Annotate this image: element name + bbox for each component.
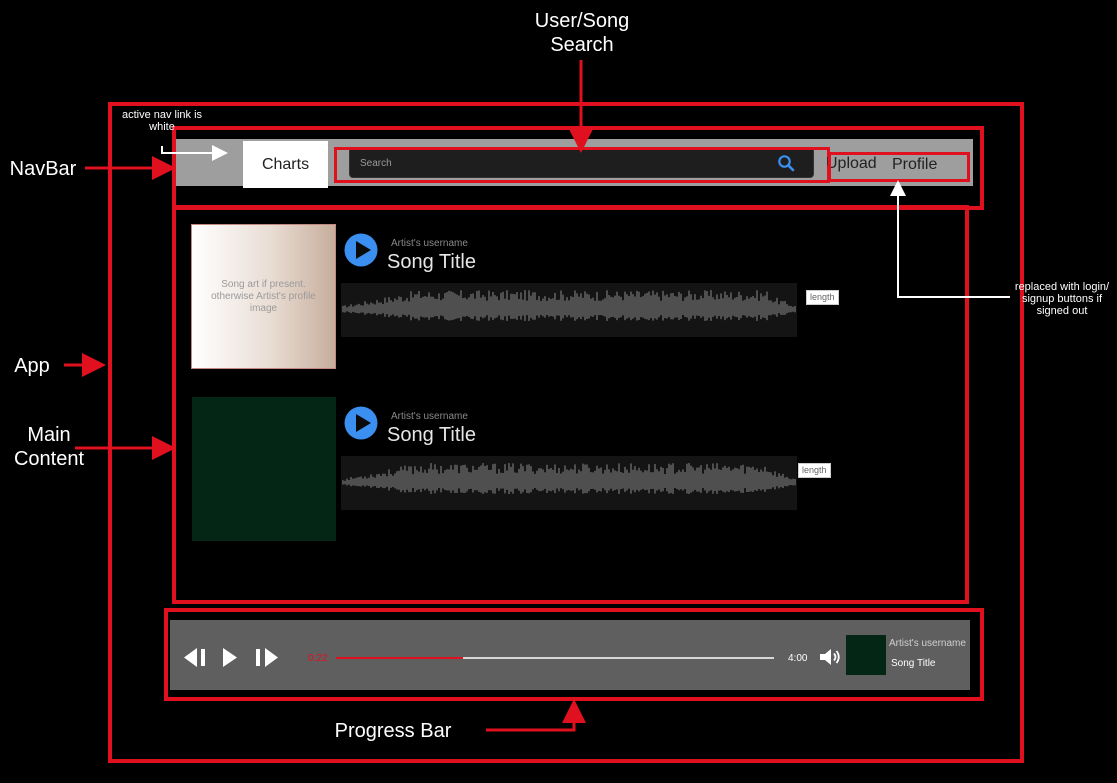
next-track-icon[interactable] [255,648,279,667]
app-annotation-label: App [14,355,50,377]
song-art[interactable] [192,397,336,541]
current-time: 0:22 [308,653,328,664]
search-annotation-label: User/Song Search [534,10,630,56]
song-art[interactable]: Song art if present. otherwise Artist's … [191,224,336,369]
profile-links-outline [828,152,970,182]
volume-icon[interactable] [820,648,841,666]
main-content-annotation-label: Main Content [13,424,85,470]
nav-link-charts[interactable]: Charts [243,141,328,188]
active-nav-annotation-label: active nav link is white [121,109,203,133]
waveform[interactable] [341,456,797,510]
play-icon[interactable] [344,233,378,267]
previous-track-icon[interactable] [184,648,208,667]
play-icon[interactable] [344,406,378,440]
waveform[interactable] [341,283,797,337]
progress-track[interactable] [336,657,774,659]
artist-username[interactable]: Artist's username [391,411,468,422]
progress-bar-annotation-label: Progress Bar [334,720,452,742]
total-time: 4:00 [788,653,808,664]
song-length: length [798,463,831,478]
navbar-annotation-label: NavBar [9,158,77,180]
artist-username[interactable]: Artist's username [391,238,468,249]
song-title[interactable]: Song Title [387,251,476,274]
play-icon[interactable] [222,648,238,667]
signed-out-annotation-label: replaced with login/ signup buttons if s… [1014,281,1110,317]
player-song-title[interactable]: Song Title [891,658,935,669]
song-length: length [806,290,839,305]
player-artist-username[interactable]: Artist's username [889,638,966,649]
search-outline [334,147,830,183]
progress-fill [336,657,464,659]
song-art-placeholder-text: Song art if present. otherwise Artist's … [211,278,316,314]
player-song-art[interactable] [846,635,886,675]
song-title[interactable]: Song Title [387,424,476,447]
